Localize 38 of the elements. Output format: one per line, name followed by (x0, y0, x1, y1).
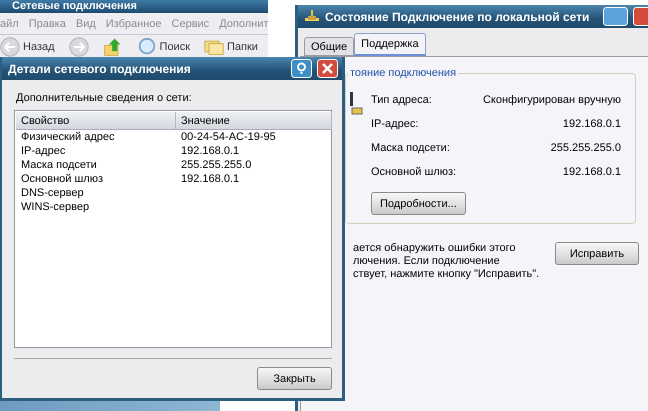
value-cell-text: 192.168.0.1 (180, 145, 240, 157)
search-icon[interactable] (136, 37, 157, 57)
close-dialog-button[interactable]: Закрыть (257, 367, 332, 390)
field-label: Основной шлюз: (371, 166, 456, 178)
property-cell-text: Физический адрес (20, 131, 116, 143)
property-cell-text: Основной шлюз (20, 173, 104, 185)
window-title: Сетевые подключения (12, 0, 137, 13)
value-cell-text: 00-24-54-AC-19-95 (180, 131, 277, 143)
field-value: 255.255.255.0 (550, 142, 621, 154)
details-button[interactable]: Подробности... (371, 192, 466, 215)
folder-up-icon[interactable] (102, 37, 123, 57)
repair-description: ается обнаружить ошибки этого лючения. Если подключение ствует, нажмите кнопку "Исправить". (353, 242, 540, 281)
tab[interactable]: Общие (304, 37, 354, 56)
field-value: Сконфигурирован вручную (482, 94, 621, 106)
value-cell-text: 255.255.255.0 (180, 159, 252, 171)
minimize-button[interactable] (603, 7, 628, 26)
window-title: Состояние Подключение по локальной сети (325, 10, 590, 24)
property-cell-text: DNS-сервер (20, 187, 85, 199)
toolbar-label[interactable]: Поиск (160, 41, 190, 53)
field-label: Маска подсети: (371, 142, 450, 154)
column-header[interactable]: Значение (176, 112, 332, 130)
window-title: Детали сетевого подключения (8, 62, 191, 76)
field-value: 192.168.0.1 (562, 118, 621, 130)
property-cell-text: WINS-сервер (20, 201, 90, 213)
property-cell-text: IP-адрес (20, 145, 66, 157)
field-value: 192.168.0.1 (562, 166, 621, 178)
toolbar-label[interactable]: Назад (23, 41, 55, 53)
column-header[interactable]: Свойство (16, 112, 176, 130)
property-cell-text: Маска подсети (20, 159, 98, 171)
tab[interactable]: Поддержка (354, 33, 426, 56)
caption-text: Дополнительные сведения о сети: (16, 92, 193, 104)
field-label: Тип адреса: (371, 94, 432, 106)
field-label: IP-адрес: (371, 118, 418, 130)
toolbar-label[interactable]: Папки (227, 41, 258, 53)
repair-button[interactable]: Исправить (555, 242, 639, 265)
group-title: тояние подключения (348, 67, 458, 79)
value-cell-text: 192.168.0.1 (180, 173, 240, 185)
network-icon (304, 10, 320, 24)
